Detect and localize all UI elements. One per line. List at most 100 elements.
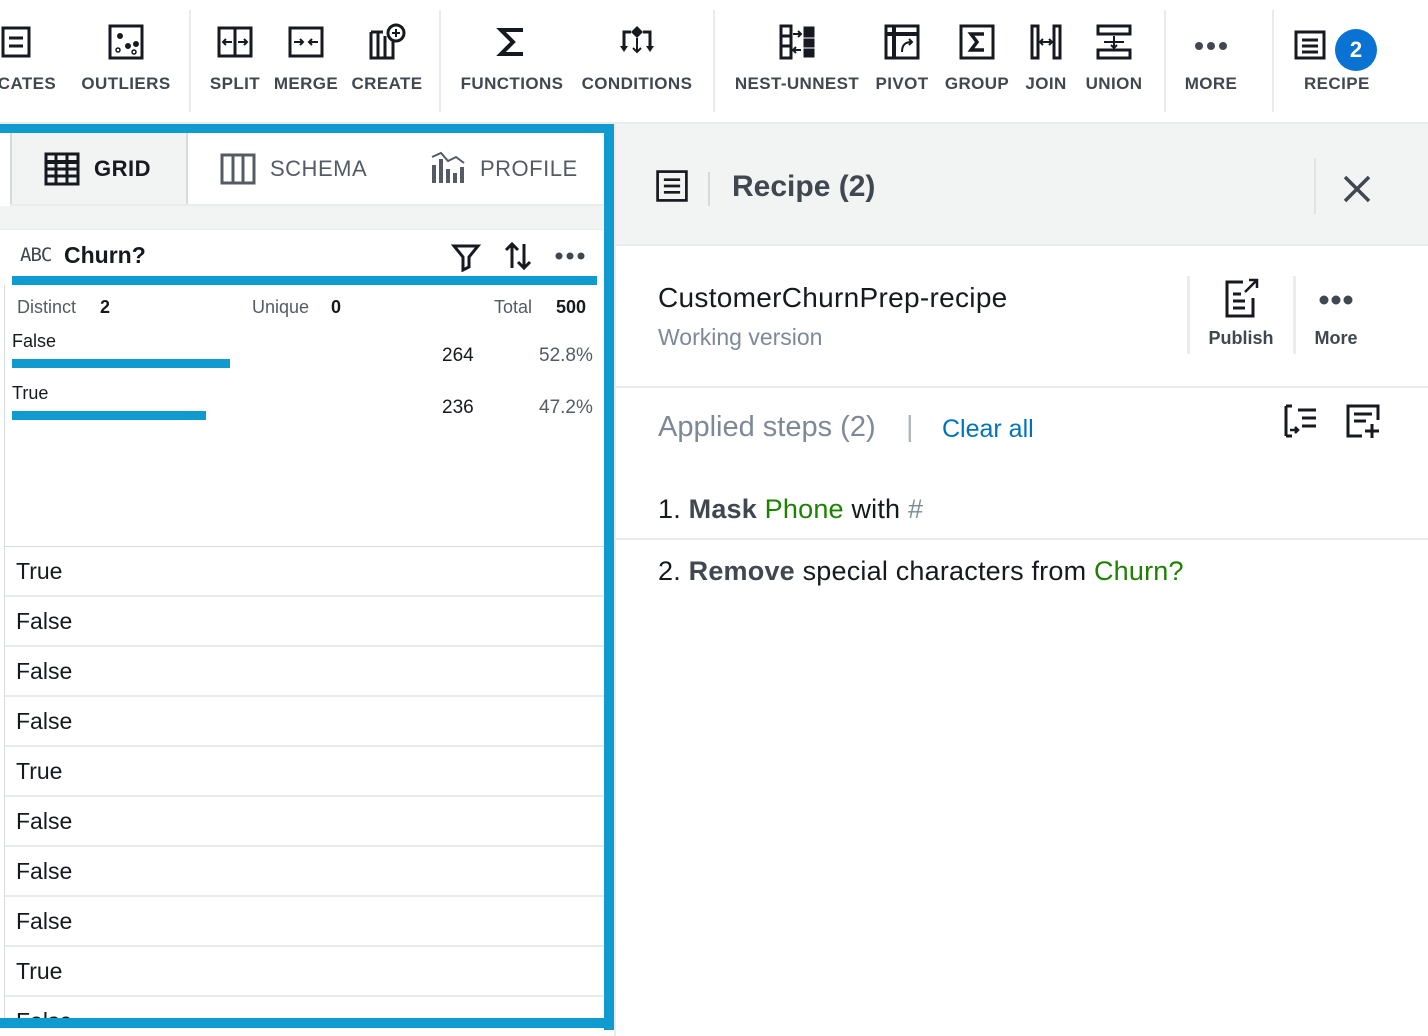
table-row[interactable]: True: [5, 747, 604, 797]
distribution-count: 264: [442, 345, 474, 366]
table-row[interactable]: True: [5, 947, 604, 997]
view-tabs: GRID SCHEMA PROFILE: [10, 133, 604, 206]
grid-icon: [44, 152, 80, 185]
unique-label: Unique: [252, 297, 310, 317]
toolbar-recipe-label: RECIPE: [1304, 74, 1370, 93]
toolbar-functions-label: FUNCTIONS: [460, 74, 564, 93]
import-steps-icon[interactable]: [1282, 402, 1320, 440]
step-column: Churn?: [1093, 556, 1184, 586]
union-icon: [1096, 24, 1132, 60]
group-icon: [959, 24, 995, 60]
step-mask-symbol: #: [907, 494, 924, 524]
table-row[interactable]: False: [5, 597, 604, 647]
step-text: with: [851, 494, 901, 524]
applied-steps-divider: |: [906, 411, 914, 443]
step-action: Mask: [688, 494, 757, 524]
recipe-more-button[interactable]: More: [1286, 276, 1386, 356]
table-row[interactable]: False: [5, 897, 604, 947]
toolbar-outliers-button[interactable]: OUTLIERS: [80, 22, 172, 102]
toolbar-conditions-button[interactable]: CONDITIONS: [578, 22, 696, 102]
filter-icon[interactable]: [450, 240, 482, 272]
table-row[interactable]: False: [5, 997, 604, 1019]
toolbar-pivot-label: PIVOT: [875, 74, 929, 93]
recipe-panel-header: Recipe (2): [616, 124, 1428, 246]
nest-unnest-icon: [779, 24, 815, 60]
selection-frame-bottom: [0, 1018, 614, 1028]
split-icon: [217, 26, 253, 58]
step-number: 1.: [658, 494, 681, 524]
toolbar-split-button[interactable]: SPLIT: [205, 22, 265, 102]
recipe-step[interactable]: 1. Mask Phone with #: [616, 494, 1428, 540]
publish-label: Publish: [1208, 328, 1274, 348]
transform-toolbar: LICATES OUTLIERS SPLIT MERGE CREATE: [0, 0, 1428, 124]
header-separator: [708, 172, 710, 206]
toolbar-merge-button[interactable]: MERGE: [273, 22, 339, 102]
tab-profile-label: PROFILE: [480, 155, 578, 181]
schema-icon: [220, 153, 256, 184]
tab-schema-label: SCHEMA: [270, 155, 368, 181]
table-row[interactable]: False: [5, 847, 604, 897]
distribution-bar: [12, 359, 230, 368]
recipe-version: Working version: [658, 324, 823, 350]
clear-all-link[interactable]: Clear all: [942, 415, 1034, 444]
toolbar-nest-unnest-label: NEST-UNNEST: [734, 74, 860, 93]
table-row[interactable]: False: [5, 697, 604, 747]
toolbar-nest-unnest-button[interactable]: NEST-UNNEST: [730, 22, 864, 102]
close-icon[interactable]: [1336, 168, 1378, 210]
toolbar-functions-button[interactable]: FUNCTIONS: [458, 22, 566, 102]
tab-grid[interactable]: GRID: [10, 133, 188, 204]
recipe-step[interactable]: 2. Remove special characters from Churn?: [616, 556, 1428, 602]
distribution-value: False: [12, 331, 57, 351]
total-value: 500: [556, 297, 587, 317]
toolbar-union-button[interactable]: UNION: [1080, 22, 1148, 102]
table-row[interactable]: False: [5, 797, 604, 847]
total-label: Total: [494, 297, 533, 317]
step-text: special characters from: [802, 556, 1087, 586]
outliers-icon: [108, 24, 144, 60]
profile-icon: [431, 151, 465, 183]
toolbar-separator: [439, 10, 441, 112]
duplicates-icon: [1, 26, 31, 58]
step-column: Phone: [764, 494, 844, 524]
recipe-icon: [656, 170, 688, 202]
toolbar-separator: [1272, 10, 1274, 112]
more-label: More: [1314, 328, 1358, 348]
recipe-count-badge: 2: [1335, 29, 1377, 71]
table-row[interactable]: True: [5, 547, 604, 597]
recipe-info: CustomerChurnPrep-recipe Working version…: [616, 246, 1428, 388]
toolbar-duplicates-button[interactable]: LICATES: [0, 22, 72, 102]
toolbar-create-button[interactable]: CREATE: [348, 22, 426, 102]
tab-schema[interactable]: SCHEMA: [220, 133, 380, 204]
toolbar-separator: [189, 10, 191, 112]
publish-button[interactable]: Publish: [1191, 276, 1291, 356]
toolbar-merge-label: MERGE: [273, 74, 339, 93]
column-type-label: ABC: [20, 244, 52, 266]
merge-icon: [288, 26, 324, 58]
recipe-panel-title: Recipe (2): [732, 170, 876, 203]
column-quality-bar: [12, 276, 597, 285]
sort-icon[interactable]: [502, 240, 534, 272]
add-step-icon[interactable]: [1344, 402, 1382, 440]
grid-toolbar-strip: [0, 206, 604, 230]
toolbar-more-button[interactable]: MORE: [1178, 22, 1244, 102]
grid-panel: GRID SCHEMA PROFILE ABC Churn? Distinct …: [0, 124, 614, 1036]
toolbar-more-label: MORE: [1184, 74, 1238, 93]
more-icon: [1319, 295, 1353, 305]
column-more-icon[interactable]: [552, 240, 588, 272]
toolbar-conditions-label: CONDITIONS: [581, 74, 693, 93]
recipe-name: CustomerChurnPrep-recipe: [658, 282, 1008, 313]
distribution-percent: 52.8%: [539, 345, 593, 366]
tab-profile[interactable]: PROFILE: [430, 133, 600, 204]
step-number: 2.: [658, 556, 681, 586]
tab-grid-label: GRID: [94, 155, 151, 181]
toolbar-split-label: SPLIT: [209, 74, 261, 93]
grid-rows: True False False False True False False …: [4, 547, 604, 1018]
toolbar-pivot-button[interactable]: PIVOT: [872, 22, 932, 102]
action-separator: [1187, 276, 1190, 354]
distribution-percent: 47.2%: [539, 397, 593, 418]
toolbar-group-button[interactable]: GROUP: [942, 22, 1012, 102]
create-column-icon: [369, 23, 406, 60]
table-row[interactable]: False: [5, 647, 604, 697]
more-icon: [1195, 42, 1227, 50]
toolbar-join-button[interactable]: JOIN: [1020, 22, 1072, 102]
